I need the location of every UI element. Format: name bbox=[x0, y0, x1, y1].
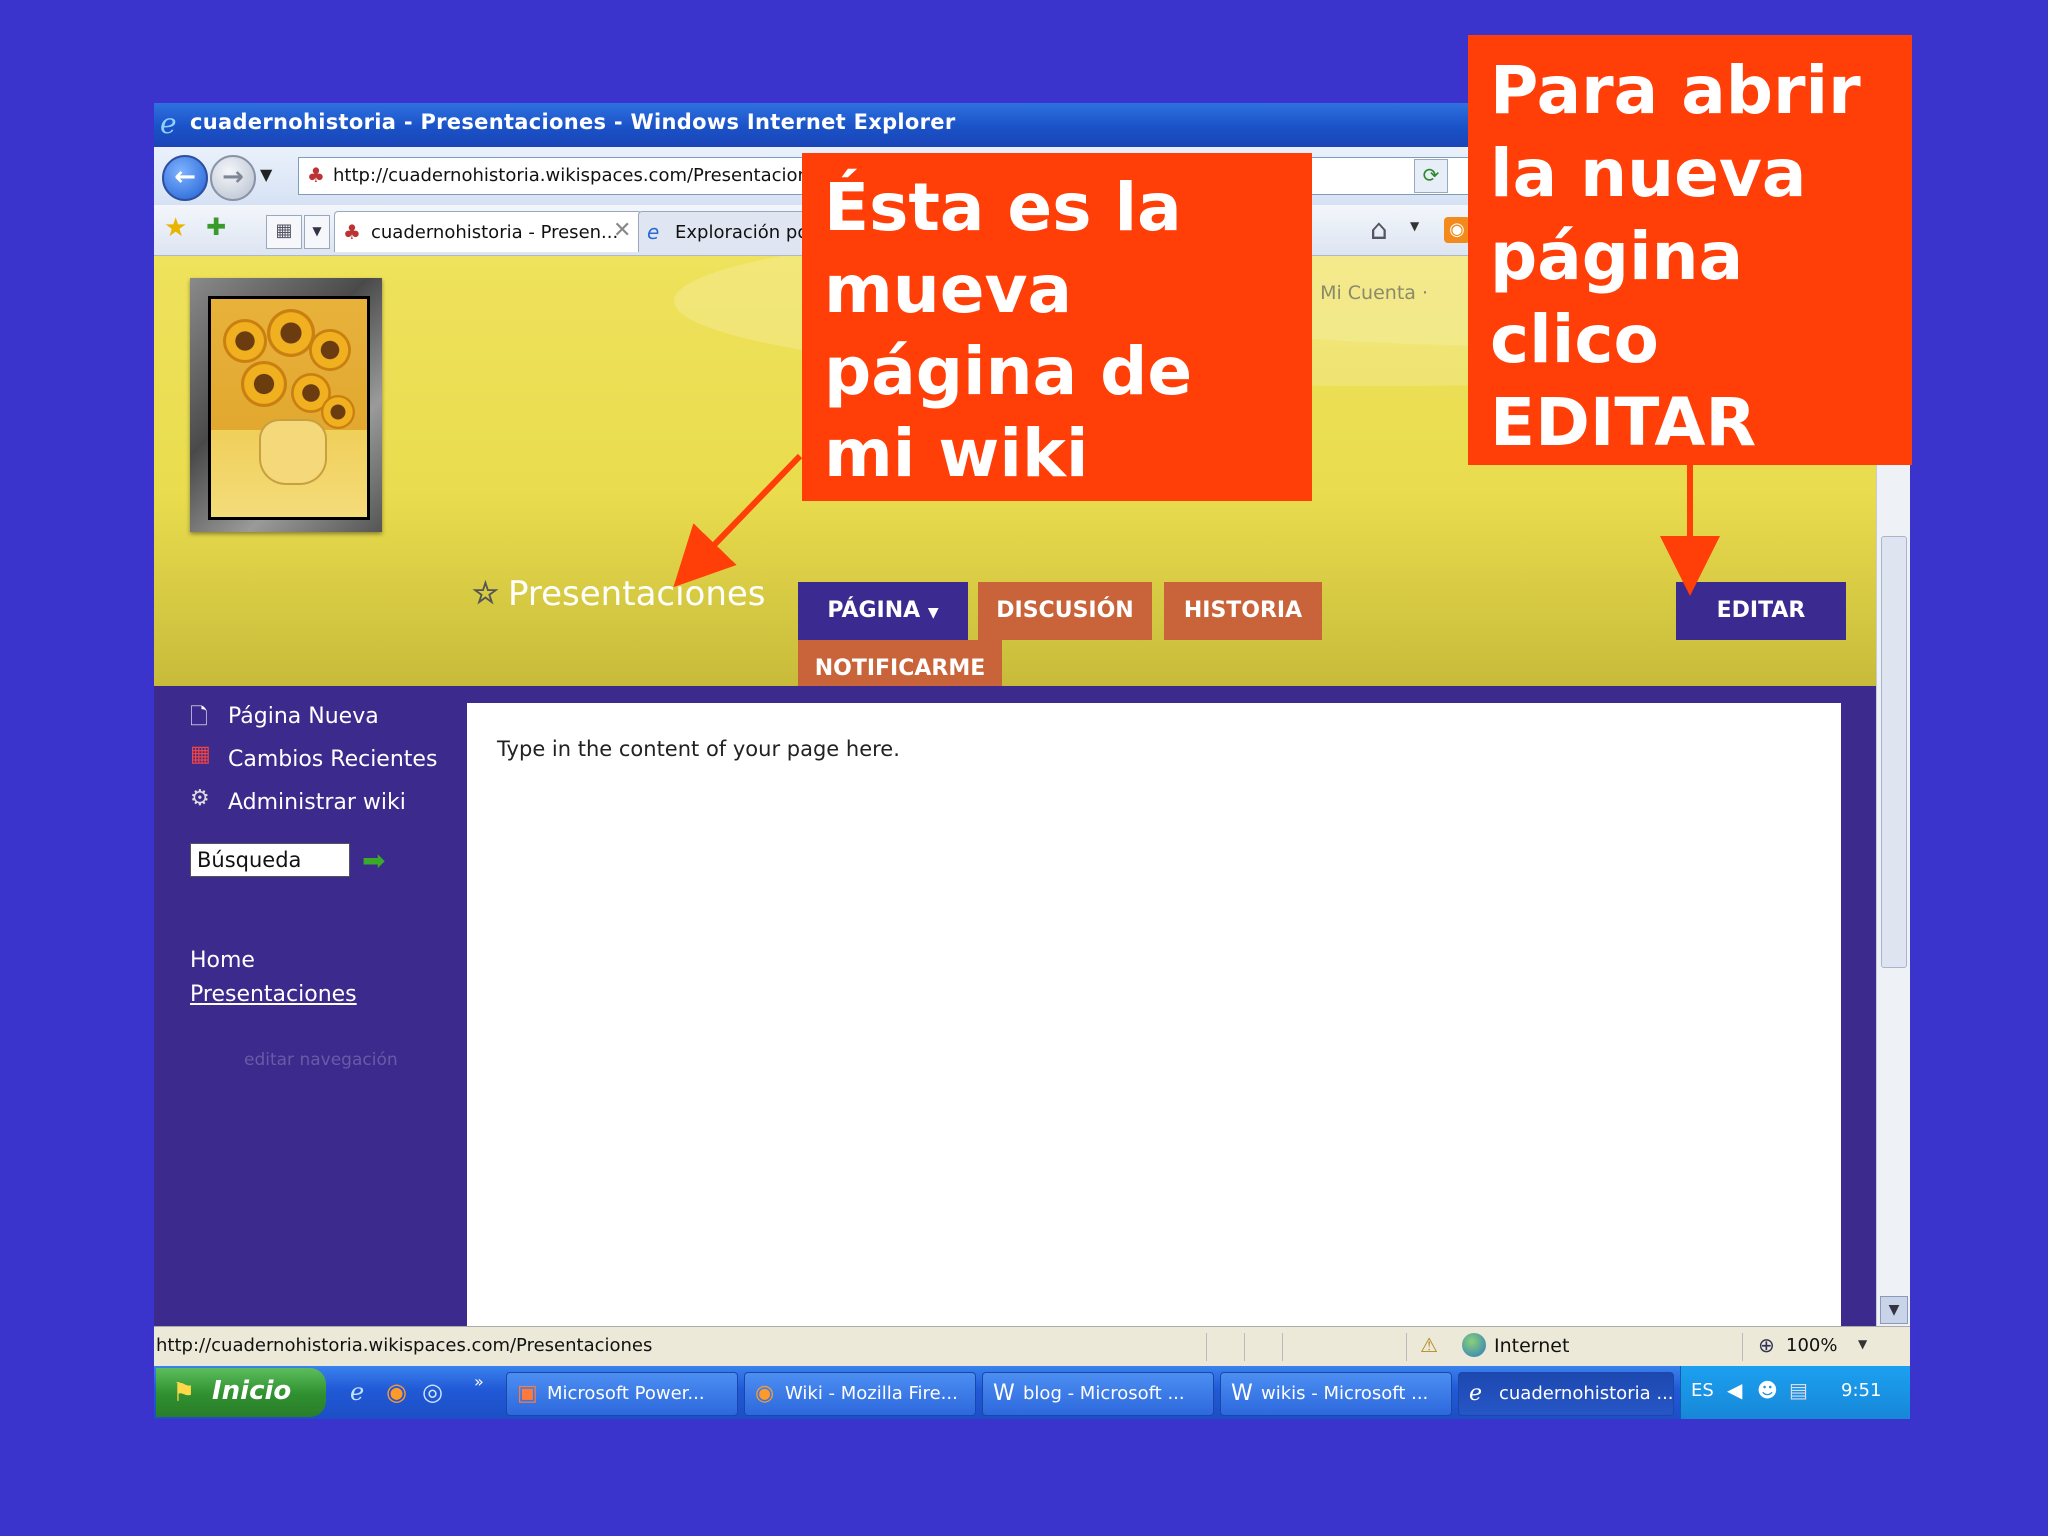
annotation-arrows bbox=[673, 453, 1720, 596]
arrow-to-page-title bbox=[673, 453, 803, 588]
